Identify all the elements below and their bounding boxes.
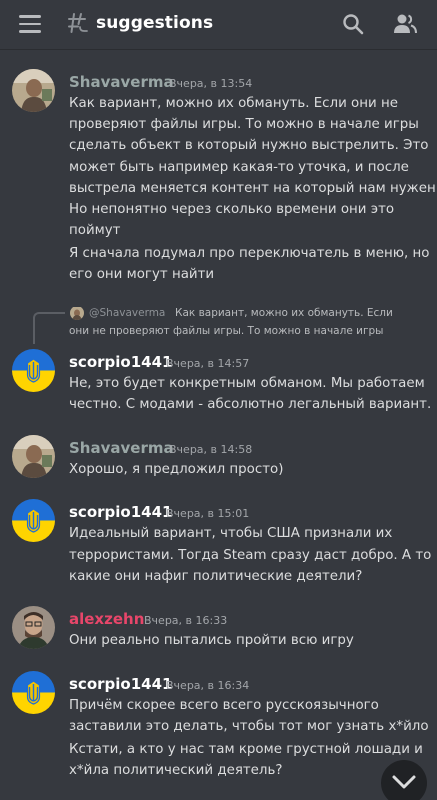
username[interactable]: Shavaverma — [69, 73, 174, 91]
message-text: Идеальный вариант, чтобы США признали их — [69, 526, 393, 541]
avatar[interactable] — [12, 606, 55, 649]
message-text: Причём скорее всего всего русскоязычного — [69, 698, 379, 713]
message-text: сделать объект в который нужно выстрелит… — [69, 138, 429, 153]
reply-avatar — [70, 306, 84, 320]
message-text: проверяют файлы игры. То можно в начале … — [69, 117, 419, 132]
message-text: выстрела меняется контент на который нам… — [69, 181, 437, 196]
avatar[interactable] — [12, 499, 55, 542]
timestamp: Вчера, в 15:01 — [166, 507, 250, 520]
message-text: поймут — [69, 223, 121, 238]
message-text: Они реально пытались пройти всю игру — [69, 633, 354, 648]
username[interactable]: Shavaverma — [69, 439, 174, 457]
username[interactable]: scorpio1441 — [69, 503, 172, 521]
reply-preview-text[interactable]: они не проверяют файлы игры. То можно в … — [69, 325, 383, 337]
avatar[interactable] — [12, 349, 55, 392]
message-text: какие они нафиг политические деятели? — [69, 569, 363, 584]
message-text: Хорошо, я предложил просто) — [69, 462, 284, 477]
avatar[interactable] — [12, 69, 55, 112]
jump-to-bottom-button[interactable] — [381, 760, 427, 800]
avatar[interactable] — [12, 671, 55, 714]
message-text: Кстати, а кто у нас там кроме грустной л… — [69, 742, 423, 757]
thread-channel-icon — [68, 13, 88, 33]
username[interactable]: alexzehn — [69, 610, 144, 628]
message-text: его они могут найти — [69, 267, 215, 282]
channel-header: suggestions — [0, 0, 437, 50]
message-text: х*йла политический деятель? — [69, 763, 283, 778]
hamburger-menu-icon[interactable] — [19, 15, 41, 33]
username[interactable]: scorpio1441 — [69, 353, 172, 371]
avatar[interactable] — [12, 435, 55, 478]
message-text: террористами. Тогда Steam сразу даст доб… — [69, 548, 432, 563]
timestamp: Вчера, в 16:33 — [144, 614, 228, 627]
message-text: заставили это делать, чтобы тот мог узна… — [69, 719, 429, 734]
members-icon[interactable] — [393, 13, 417, 35]
timestamp: Вчера, в 14:58 — [169, 443, 253, 456]
reply-preview-text[interactable]: Как вариант, можно их обмануть. Если — [175, 307, 393, 319]
reply-connector — [33, 312, 65, 344]
username[interactable]: scorpio1441 — [69, 675, 172, 693]
message-text: Не, это будет конкретным обманом. Мы раб… — [69, 376, 425, 391]
message-text: честно. С модами - абсолютно легальный в… — [69, 397, 432, 412]
timestamp: Вчера, в 13:54 — [169, 77, 253, 90]
chevron-down-icon — [392, 775, 416, 789]
message-text: Я сначала подумал про переключатель в ме… — [69, 246, 430, 261]
channel-title: suggestions — [96, 13, 214, 33]
message-text: Но непонятно через сколько времени они э… — [69, 202, 395, 217]
timestamp: Вчера, в 16:34 — [166, 679, 250, 692]
timestamp: Вчера, в 14:57 — [166, 357, 250, 370]
message-text: может быть например какая-то уточка, и п… — [69, 160, 409, 175]
search-icon[interactable] — [342, 13, 364, 35]
reply-author[interactable]: @Shavaverma — [89, 307, 165, 319]
message-text: Как вариант, можно их обмануть. Если они… — [69, 96, 398, 111]
